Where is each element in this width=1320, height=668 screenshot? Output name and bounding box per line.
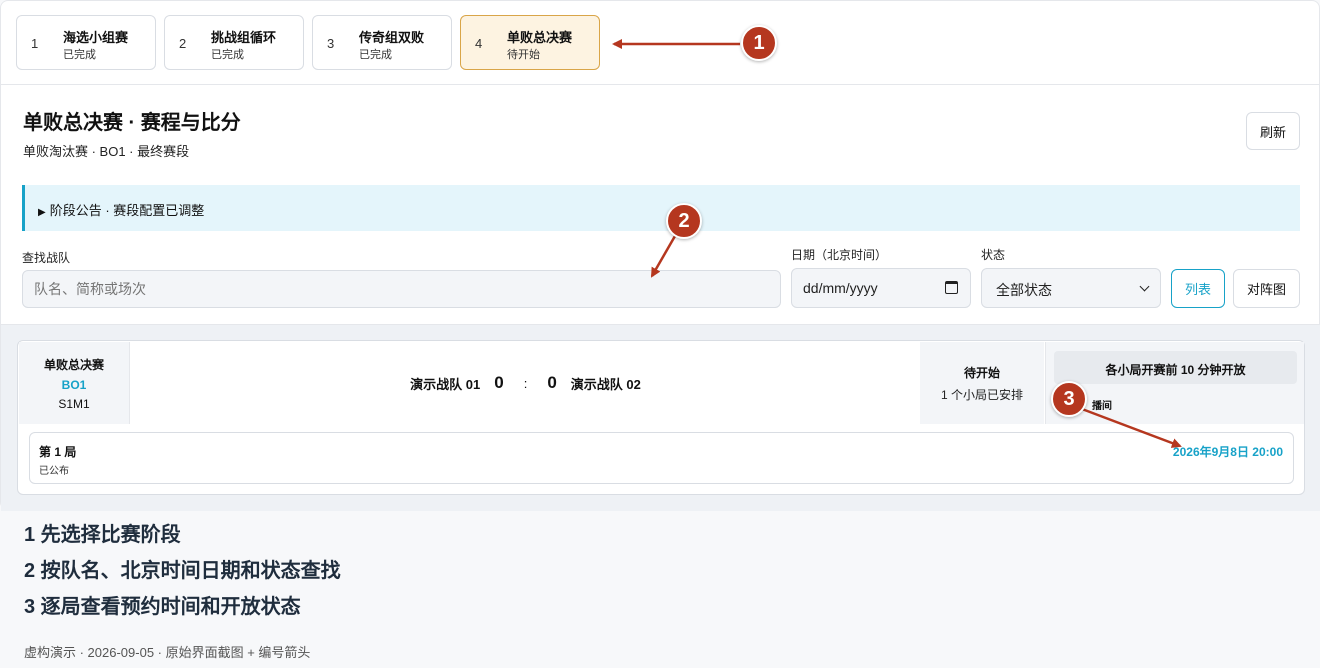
page-title: 单败总决赛 · 赛程与比分 bbox=[23, 112, 241, 134]
stage-status: 已完成 bbox=[359, 49, 392, 61]
refresh-button[interactable]: 刷新 bbox=[1246, 112, 1300, 150]
notice-text: 阶段公告 · 赛段配置已调整 bbox=[49, 203, 205, 218]
status-select[interactable]: 全部状态 bbox=[981, 268, 1161, 308]
match-stage: 单败总决赛 bbox=[43, 358, 104, 372]
bracket-view-button[interactable]: 对阵图 bbox=[1233, 269, 1300, 308]
match-status-text: 待开始 bbox=[963, 366, 1000, 380]
stage-tab-4[interactable]: 4 单败总决赛 待开始 bbox=[460, 15, 600, 70]
stage-status: 待开始 bbox=[507, 49, 540, 61]
stage-name: 挑战组循环 bbox=[211, 30, 277, 45]
app-window: 1 海选小组赛 已完成 2 挑战组循环 已完成 3 传奇组双败 已完成 4 单败… bbox=[0, 0, 1320, 511]
match-status: 待开始 1 个小局已安排 bbox=[920, 342, 1044, 424]
footer-caption: 虚构演示 · 2026-09-05 · 原始界面截图 + 编号箭头 bbox=[24, 645, 311, 660]
room-label: 播间 bbox=[1092, 401, 1112, 412]
page-subtitle: 单败淘汰赛 · BO1 · 最终赛段 bbox=[23, 144, 190, 159]
match-format: BO1 bbox=[61, 378, 87, 392]
stage-tab-3[interactable]: 3 传奇组双败 已完成 bbox=[312, 15, 452, 70]
stage-number: 3 bbox=[327, 36, 335, 51]
search-label: 查找战队 bbox=[22, 251, 71, 265]
search-input[interactable] bbox=[22, 270, 781, 308]
match-room-info: 各小局开赛前 10 分钟开放 播间 bbox=[1045, 342, 1304, 424]
stage-notice[interactable]: ▶ 阶段公告 · 赛段配置已调整 bbox=[22, 185, 1300, 231]
status-label: 状态 bbox=[981, 248, 1006, 262]
stage-number: 2 bbox=[179, 36, 187, 51]
team-a-score: 0 bbox=[494, 373, 504, 392]
calendar-icon[interactable] bbox=[945, 281, 958, 294]
callout-badge-1: 1 bbox=[741, 25, 777, 61]
room-open-notice: 各小局开赛前 10 分钟开放 bbox=[1054, 351, 1297, 384]
round-title: 第 1 局 bbox=[39, 445, 77, 459]
step-2: 2 按队名、北京时间日期和状态查找 bbox=[24, 560, 341, 582]
step-1: 1 先选择比赛阶段 bbox=[24, 524, 181, 546]
callout-badge-2: 2 bbox=[666, 203, 702, 239]
match-meta: 单败总决赛 BO1 S1M1 bbox=[19, 342, 130, 424]
callout-badge-3: 3 bbox=[1051, 381, 1087, 417]
match-status-detail: 1 个小局已安排 bbox=[940, 388, 1023, 402]
stage-status: 已完成 bbox=[211, 49, 244, 61]
chevron-down-icon bbox=[1139, 281, 1150, 292]
date-label: 日期（北京时间） bbox=[791, 248, 888, 262]
team-b-name: 演示战队 02 bbox=[570, 376, 641, 392]
status-select-value: 全部状态 bbox=[996, 282, 1052, 298]
round-status: 已公布 bbox=[39, 466, 69, 477]
score-separator: : bbox=[523, 375, 528, 391]
stage-name: 传奇组双败 bbox=[359, 30, 425, 45]
round-time: 2026年9月8日 20:00 bbox=[1172, 445, 1283, 459]
round-row[interactable]: 第 1 局 已公布 2026年9月8日 20:00 bbox=[29, 432, 1294, 484]
disclosure-triangle-icon: ▶ bbox=[38, 207, 46, 218]
stage-tab-2[interactable]: 2 挑战组循环 已完成 bbox=[164, 15, 304, 70]
list-view-button[interactable]: 列表 bbox=[1171, 269, 1225, 308]
instruction-steps: 1 先选择比赛阶段 2 按队名、北京时间日期和状态查找 3 逐局查看预约时间和开… bbox=[24, 522, 341, 630]
stage-status: 已完成 bbox=[63, 49, 96, 61]
match-scoreline: 演示战队 01 0 : 0 演示战队 02 bbox=[131, 342, 920, 424]
stage-name: 单败总决赛 bbox=[507, 30, 573, 45]
step-3: 3 逐局查看预约时间和开放状态 bbox=[24, 596, 301, 618]
stage-number: 4 bbox=[475, 36, 483, 51]
stage-tab-1[interactable]: 1 海选小组赛 已完成 bbox=[16, 15, 156, 70]
date-field[interactable]: dd/mm/yyyy bbox=[791, 268, 971, 308]
stage-name: 海选小组赛 bbox=[63, 30, 129, 45]
date-value: dd/mm/yyyy bbox=[803, 280, 878, 296]
stage-tabs: 1 海选小组赛 已完成 2 挑战组循环 已完成 3 传奇组双败 已完成 4 单败… bbox=[1, 1, 1320, 85]
stage-number: 1 bbox=[31, 36, 39, 51]
team-a-name: 演示战队 01 bbox=[410, 376, 481, 392]
match-code: S1M1 bbox=[58, 397, 90, 411]
team-b-score: 0 bbox=[547, 373, 557, 392]
